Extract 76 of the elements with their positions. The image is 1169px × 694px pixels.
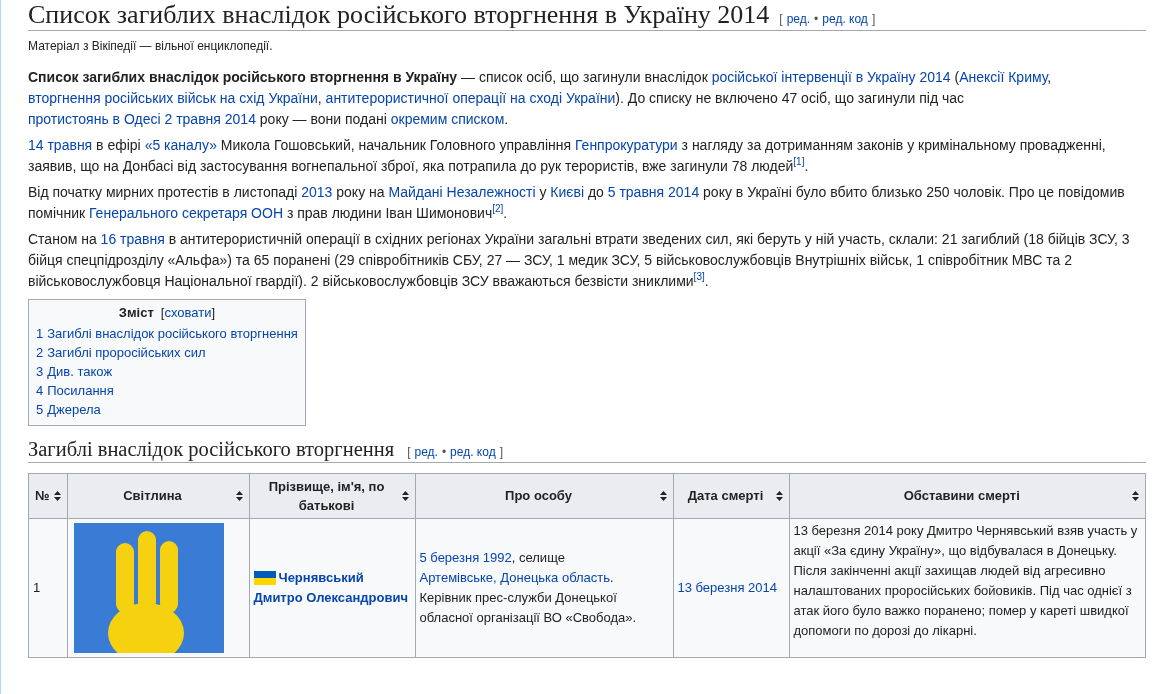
sort-icon[interactable] bbox=[401, 490, 409, 501]
link[interactable]: 5 березня 1992 bbox=[419, 549, 512, 565]
separator: • bbox=[441, 444, 447, 459]
toc-label: Посилання bbox=[47, 381, 114, 400]
toc-title: Зміст bbox=[118, 304, 154, 320]
toc-item[interactable]: 5 Джерела bbox=[36, 399, 298, 419]
edit-link[interactable]: ред. код bbox=[450, 444, 496, 459]
column-header[interactable]: Світлина bbox=[67, 473, 249, 519]
toc-item[interactable]: 3 Див. також bbox=[36, 361, 298, 381]
paragraph: Станом на 16 травня в антитерористичній операції в східних регіонах України загальні втрати зведених сил, які беруть у ній участь, склали: 21 загиблий (18 бійців ЗСУ, 3 бійця спецпідрозділу «Альфа») та 65 поранені (29 співробітників СБУ, 27 — ЗСУ, 1 медик ЗСУ, 5 військовослужбовців Внутрішніх військ, 1 співробітник МВС та 2 військовослужбовця Національної гвардії). 2 військовослужбовців ЗСУ вважаються безвісти зниклими$^{[3]}$. bbox=[28, 229, 1131, 291]
header-label: № bbox=[35, 487, 50, 506]
bracket: [ bbox=[160, 304, 165, 320]
section-heading: Загиблі внаслідок російського вторгнення bbox=[28, 437, 395, 461]
link[interactable]: 14 травня bbox=[28, 136, 93, 153]
toc-label: Загиблі проросійських сил bbox=[47, 343, 206, 362]
column-header[interactable]: № bbox=[28, 473, 67, 519]
toc-number: 1 bbox=[36, 324, 44, 343]
toc-number: 2 bbox=[36, 343, 44, 362]
bracket: ] bbox=[499, 444, 503, 459]
header-label: Обставини смерті bbox=[902, 487, 1021, 506]
header-label: Прізвище, ім'я, по батькові bbox=[267, 477, 386, 515]
toc-item[interactable]: 4 Посилання bbox=[36, 380, 298, 400]
sort-icon[interactable] bbox=[53, 490, 61, 501]
separator: • bbox=[814, 12, 819, 26]
column-header[interactable]: Дата смерті bbox=[673, 473, 789, 519]
link[interactable]: Києві bbox=[550, 183, 584, 200]
flag-icon bbox=[253, 571, 276, 586]
link[interactable]: Генерального секретаря ООН bbox=[88, 204, 283, 221]
table-cell: 5 березня 1992, селище Артемівське, Донецька область. Керівник прес-служби Донецької обласної організації ВО «Свобода». bbox=[415, 518, 673, 658]
link[interactable]: «5 каналу» bbox=[144, 136, 217, 153]
paragraph: 14 травня в ефірі «5 каналу» Микола Гошовський, начальник Головного управління Генпрокуратури з нагляду за дотриманням законів у кримінальному провадженні, заявив, що на Донбасі від застосування вогнепальної зброї, яка потрапила до рук терористів, вже загинули 78 людей$^{[1]}$. bbox=[28, 135, 1107, 176]
link[interactable]: 5 травня 2014 bbox=[607, 183, 700, 200]
edit-link[interactable]: ред. код bbox=[822, 12, 868, 26]
toc-item[interactable]: 1 Загиблі внаслідок російського вторгнення bbox=[36, 323, 298, 343]
sort-icon[interactable] bbox=[1132, 490, 1139, 501]
toc-item[interactable]: 2 Загиблі проросійських сил bbox=[36, 342, 298, 362]
bracket: [ bbox=[407, 444, 411, 459]
paragraph: Список загиблих внаслідок російського вторгнення в Україну — список осіб, що загинули внаслідок російської інтервенції в Україну 2014 (Анексії Криму, вторгнення російських військ на схід України, антитерористичної операції на сході України). До списку не включено 47 осіб, що загинули під час протистоянь в Одесі 2 травня 2014 року — вони подані окремим списком. bbox=[28, 67, 1053, 129]
tagline: Матеріал з Вікіпедії — вільної енциклопедії. bbox=[28, 38, 274, 53]
page-title: Список загиблих внаслідок російського вторгнення в Україну 2014 bbox=[28, 0, 770, 30]
header-label: Світлина bbox=[122, 487, 183, 506]
table-cell: 13 березня 2014 року Дмитро Чернявський взяв участь у акції «За єдину Україну», що відбувалася в Донецьку. Після закінченні акції захищав людей від агресивно налаштованих проросійських бойовиків. Під час однієї з атак його було важко поранено; помер у кареті швидкої допомоги по дорозі до лікарні. bbox=[789, 518, 1146, 658]
toc-number: 4 bbox=[36, 381, 44, 400]
toc-label: Загиблі внаслідок російського вторгнення bbox=[47, 324, 298, 343]
paragraph: Від початку мирних протестів в листопаді 2013 року на Майдані Незалежності у Києві до 5 травня 2014 року в Україні було вбито близько 250 чоловік. Про це повідомив помічник Генерального секретаря ООН з прав людини Іван Шимонович$^{[2]}$. bbox=[28, 182, 1126, 223]
bracket: [ bbox=[779, 12, 783, 26]
edit-link[interactable]: ред. bbox=[786, 12, 811, 26]
bracket: ] bbox=[871, 12, 876, 26]
header-label: Дата смерті bbox=[686, 487, 765, 506]
sort-icon[interactable] bbox=[235, 490, 243, 501]
link[interactable]: вторгнення російських військ на схід України bbox=[28, 89, 318, 106]
column-header[interactable]: Прізвище, ім'я, по батькові bbox=[249, 473, 415, 519]
link[interactable]: Майдані Незалежності bbox=[388, 183, 536, 200]
footnote-link[interactable]: [2] bbox=[492, 203, 504, 215]
column-header[interactable]: Про особу bbox=[415, 473, 673, 519]
footnote-link[interactable]: [1] bbox=[793, 156, 805, 168]
link[interactable]: антитерористичної операції на сході України bbox=[325, 89, 616, 106]
date-link[interactable]: 13 березня 2014 bbox=[677, 579, 777, 595]
bracket: ] bbox=[211, 304, 216, 320]
toc-number: 3 bbox=[36, 362, 44, 381]
toc-number: 5 bbox=[36, 400, 44, 419]
link[interactable]: 16 травня bbox=[100, 230, 165, 247]
edit-link[interactable]: ред. bbox=[414, 444, 438, 459]
toc-label: Див. також bbox=[47, 362, 113, 381]
toc-label: Джерела bbox=[47, 400, 101, 419]
link[interactable]: протистоянь в Одесі 2 травня 2014 bbox=[28, 110, 256, 127]
link[interactable]: 2013 bbox=[301, 183, 333, 200]
sort-icon[interactable] bbox=[775, 490, 783, 501]
toggle-link[interactable]: сховати bbox=[164, 304, 212, 320]
footnote-link[interactable]: [3] bbox=[693, 271, 705, 283]
table-cell: 1 bbox=[28, 518, 67, 658]
header-label: Про особу bbox=[504, 487, 573, 506]
column-header[interactable]: Обставини смерті bbox=[789, 473, 1146, 519]
link[interactable]: Генпрокуратури bbox=[574, 136, 678, 153]
link[interactable]: російської інтервенції в Україну 2014 bbox=[711, 68, 951, 85]
sort-icon[interactable] bbox=[659, 490, 667, 501]
